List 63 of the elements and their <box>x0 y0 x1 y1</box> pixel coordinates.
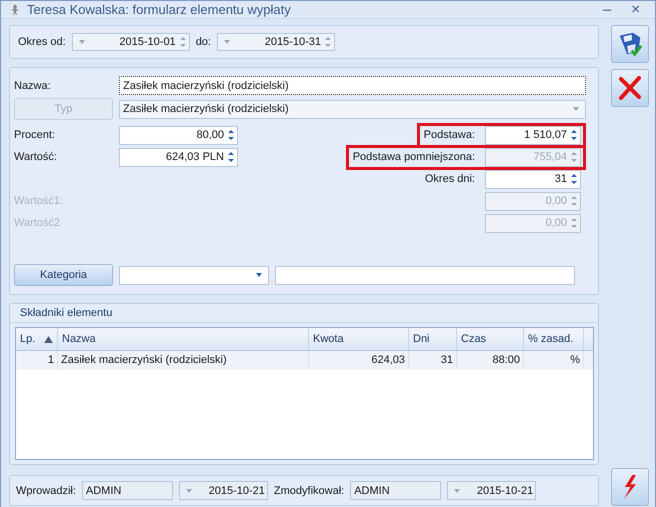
spin-arrows-icon <box>571 217 577 229</box>
spin-arrows-icon <box>571 151 577 163</box>
cross-icon <box>619 76 641 100</box>
spin-arrows-icon <box>324 36 331 48</box>
table-cell: 624,03 <box>309 351 409 370</box>
number-field[interactable]: 80,00 <box>119 126 238 144</box>
number-field[interactable]: 31 <box>485 170 581 188</box>
number-field[interactable]: 624,03 PLN <box>119 148 238 166</box>
caret-icon <box>224 40 230 44</box>
category-button[interactable]: Kategoria <box>14 264 113 286</box>
modified-by-label: Zmodyfikował: <box>274 484 344 496</box>
column-header[interactable]: Lp. <box>16 328 58 350</box>
caret-icon <box>454 488 460 492</box>
window-title: Teresa Kowalska: formularz elementu wypłaty <box>27 2 292 17</box>
caret-icon <box>573 107 579 111</box>
sort-ascending-icon <box>44 336 53 342</box>
number-field[interactable]: 1 510,07 <box>485 126 581 144</box>
table-cell: % <box>524 351 584 370</box>
caret-icon <box>186 488 192 492</box>
created-date-field: 2015-10-21 <box>178 481 268 500</box>
spin-arrows-icon <box>571 173 577 185</box>
field-label: Wartość2 <box>14 217 62 229</box>
category-description-field[interactable] <box>275 266 575 284</box>
table-cell: 88:00 <box>457 351 524 370</box>
period-to-label: do: <box>196 36 211 48</box>
close-button[interactable]: × <box>624 1 647 18</box>
cancel-button[interactable] <box>611 69 649 107</box>
table-cell: 1 <box>16 351 58 370</box>
lightning-button[interactable] <box>611 468 649 506</box>
caret-icon <box>78 40 85 44</box>
field-label: Procent: <box>14 129 56 141</box>
spin-arrows-icon <box>571 129 577 141</box>
section-title: Składniki elementu <box>10 304 598 323</box>
spin-arrows-icon <box>228 129 234 141</box>
save-button[interactable] <box>611 25 649 63</box>
period-from-label: Okres od: <box>18 36 66 48</box>
field-label: Wartość: <box>14 151 58 163</box>
modified-by-field: ADMIN <box>350 481 442 500</box>
column-header[interactable]: % zasad. <box>524 328 584 350</box>
app-icon <box>9 2 21 16</box>
date-field[interactable]: 2015-10-31 <box>216 33 335 51</box>
created-by-field: ADMIN <box>82 481 173 500</box>
created-by-label: Wprowadził: <box>16 484 76 496</box>
name-field[interactable]: Zasiłek macierzyński (rodzicielski) <box>119 76 586 95</box>
field-label: Podstawa pomniejszona: <box>352 151 475 163</box>
table-cell: Zasiłek macierzyński (rodzicielski) <box>58 351 309 370</box>
minimize-button[interactable]: – <box>596 1 618 18</box>
modified-date-field: 2015-10-21 <box>447 481 536 500</box>
date-field[interactable]: 2015-10-01 <box>72 33 190 51</box>
field-label: Okres dni: <box>424 173 475 185</box>
column-header[interactable]: Kwota <box>309 328 409 350</box>
column-header[interactable]: Dni <box>409 328 457 350</box>
lightning-icon <box>624 475 636 499</box>
field-label: Podstawa: <box>424 129 475 141</box>
column-header[interactable]: Nazwa <box>58 328 309 350</box>
caret-icon <box>256 273 262 277</box>
spin-arrows-icon <box>571 195 577 207</box>
column-header[interactable]: Czas <box>457 328 524 350</box>
spin-arrows-icon <box>180 36 186 48</box>
table-cell: 31 <box>409 351 457 370</box>
field-label: Wartość1: <box>14 195 64 207</box>
field-label: Nazwa: <box>14 80 52 92</box>
spin-arrows-icon <box>228 151 234 163</box>
